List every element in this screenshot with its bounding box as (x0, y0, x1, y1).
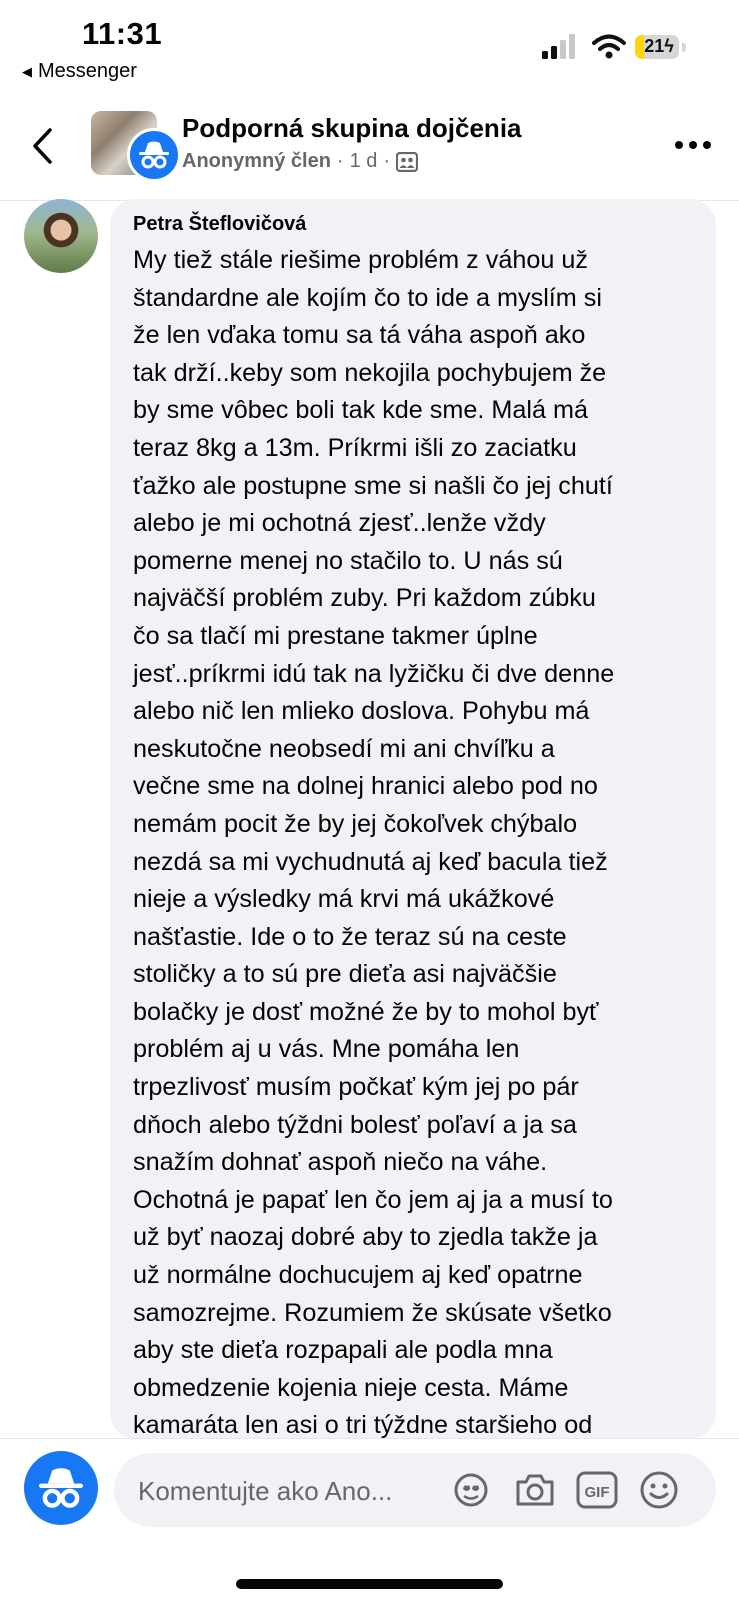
comment-line: večne sme na dolnej hranici alebo pod no (133, 772, 598, 801)
commenter-name[interactable]: Petra Šteflovičová (133, 213, 306, 236)
signal-icon (542, 34, 575, 59)
comment-line: najväčší problém zuby. Pri každom zúbku (133, 584, 596, 613)
comment-line: Ochotná je papať len čo jem aj ja a musí… (133, 1185, 613, 1214)
emoji-icon[interactable] (638, 1471, 680, 1509)
comment-line: alebo nič len mlieko doslova. Pohybu má (133, 697, 590, 726)
comment-line: by sme vôbec boli tak kde sme. Malá má (133, 396, 588, 425)
meta-separator: · (383, 150, 391, 172)
comment-line: ťažko ale postupne sme si našli čo jej c… (133, 471, 613, 500)
back-app-label: Messenger (38, 60, 137, 82)
comment-line: alebo je mi ochotná zjesť..lenže vždy (133, 509, 546, 538)
comment-line: dňoch alebo týždni bolesť poľaví a ja sa (133, 1110, 577, 1139)
back-to-app-link[interactable]: ◀ Messenger (22, 60, 137, 83)
comment-line: jesť..príkrmi idú tak na lyžičku či dve … (133, 659, 615, 688)
comment-line: bolačky je dosť možné že by to mohol byť (133, 997, 599, 1026)
comment-line: problém aj u vás. Mne pomáha len (133, 1035, 520, 1064)
comment-input[interactable] (136, 1453, 440, 1529)
comment-line: neskutočne neobsedí mi ani chvíľku a (133, 734, 555, 763)
comment-line: tak drží..keby som nekojila pochybujem ž… (133, 358, 607, 387)
post-author: Anonymný člen (182, 150, 331, 172)
comment-bubble: Petra Šteflovičová My tiež stále riešime… (110, 199, 716, 1439)
battery-level: 21ϟ (644, 36, 674, 56)
comment-line: čo sa tlačí mi prestane takmer úplne (133, 621, 538, 650)
status-time: 11:31 (82, 16, 163, 51)
back-triangle-icon: ◀ (22, 63, 32, 79)
comment-line: aby ste dieťa rozpapali ale podla mna (133, 1336, 553, 1365)
comment-line: našťastie. Ide o to že teraz sú na ceste (133, 922, 567, 951)
meta-separator: · (336, 150, 344, 172)
post-meta: Anonymný člen · 1 d · (182, 150, 419, 173)
status-bar: 11:31 ◀ Messenger 21ϟ (0, 0, 739, 90)
avatar-sticker-icon[interactable] (450, 1471, 492, 1509)
camera-icon[interactable] (514, 1471, 556, 1509)
group-name[interactable]: Podporná skupina dojčenia (182, 113, 522, 144)
gif-icon[interactable]: GIF (576, 1471, 618, 1509)
comment-line: obmedzenie kojenia nieje cesta. Máme (133, 1373, 569, 1402)
comment-line: nemám pocit že by jej čokoľvek chýbalo (133, 809, 578, 838)
comment-line: už byť naozaj dobré aby to zjedla takže … (133, 1223, 598, 1252)
post-header: Podporná skupina dojčenia Anonymný člen … (0, 96, 739, 201)
comment-line: teraz 8kg a 13m. Príkrmi išli zo zaciatk… (133, 433, 577, 462)
comment-composer: GIF (0, 1438, 739, 1601)
comment-line: samozrejme. Rozumiem že skúsate všetko (133, 1298, 612, 1327)
wifi-icon (592, 34, 626, 59)
group-audience-icon (396, 151, 419, 172)
comment-line: nieje a výsledky má krvi má ukážkové (133, 885, 555, 914)
comment-line: My tiež stále riešime problém z váhou už (133, 246, 588, 274)
comment-line: snažím dohnať aspoň niečo na váhe. (133, 1148, 548, 1177)
comment-line: nezdá sa mi vychudnutá aj keď bacula tie… (133, 847, 608, 876)
comment-line: už normálne dochucujem aj keď opatrne (133, 1261, 583, 1290)
battery-icon: 21ϟ (635, 35, 687, 61)
svg-text:GIF: GIF (585, 1484, 610, 1501)
more-icon[interactable] (675, 141, 711, 151)
comment-line: štandardne ale kojím čo to ide a myslím … (133, 283, 602, 312)
back-icon[interactable] (28, 126, 58, 166)
comment-input-pill: GIF (114, 1453, 716, 1529)
home-indicator (236, 1579, 503, 1589)
comment-line: pomerne menej no stačilo to. U nás sú (133, 546, 563, 575)
comment-line: že len vďaka tomu sa tá váha aspoň ako (133, 321, 586, 350)
anonymous-avatar-icon[interactable] (24, 1451, 98, 1525)
anonymous-icon (127, 128, 181, 182)
comment-line: kamaráta len asi o tri týždne staršieho … (133, 1411, 593, 1439)
comment-line: stoličky a to sú pre dieťa asi najväčšie (133, 960, 557, 989)
commenter-avatar[interactable] (24, 199, 98, 273)
comment-text: My tiež stále riešime problém z váhou už… (133, 242, 698, 1439)
comment-line: trpezlivosť musím počkať kým jej po pár (133, 1073, 579, 1102)
post-age: 1 d (349, 150, 378, 172)
